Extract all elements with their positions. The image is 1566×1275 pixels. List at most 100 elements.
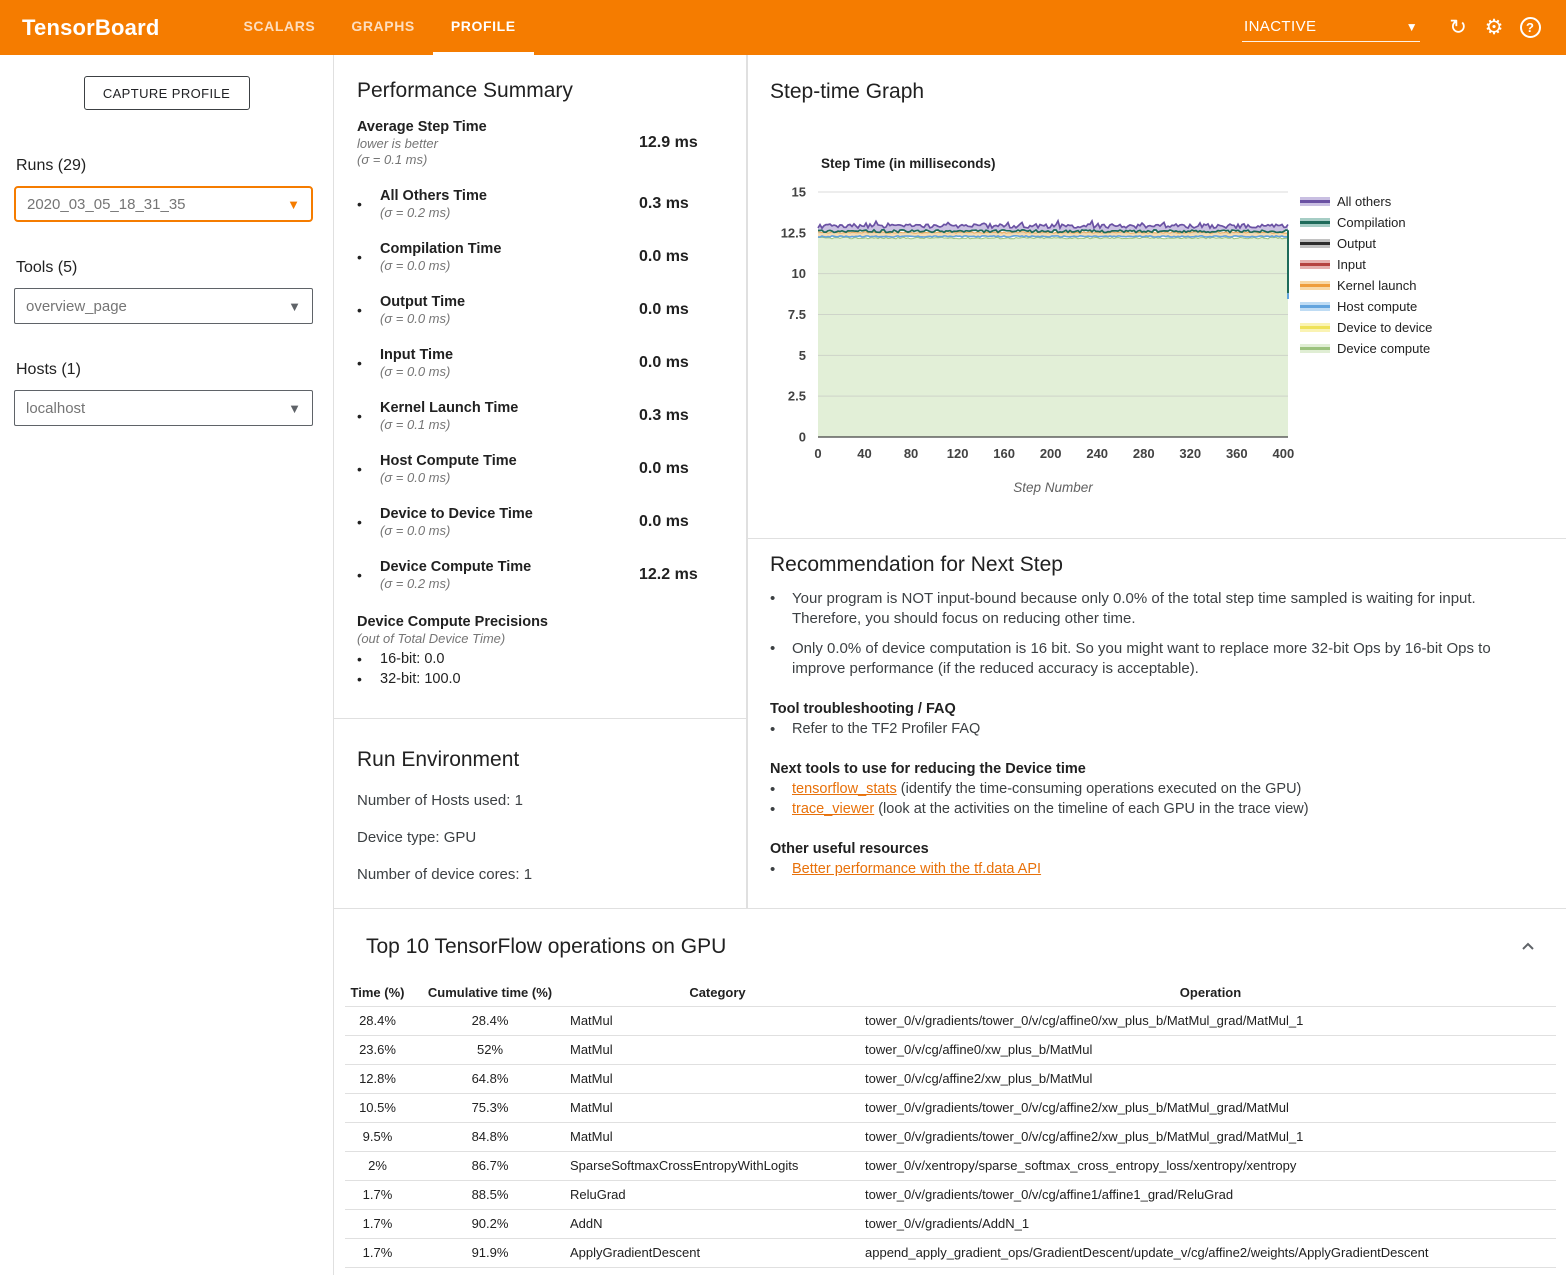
table-header-row: Time (%)Cumulative time (%)CategoryOpera… [345, 980, 1556, 1006]
app-header: TensorBoard SCALARS GRAPHS PROFILE INACT… [0, 0, 1566, 55]
precision-item: •32-bit: 100.0 [357, 669, 728, 689]
top-ops-table: Time (%)Cumulative time (%)CategoryOpera… [345, 980, 1556, 1268]
legend-item[interactable]: All others [1300, 191, 1432, 212]
resource-link[interactable]: Better performance with the tf.data API [792, 861, 1041, 877]
bullet: • [357, 196, 380, 212]
metric-value: 12.9 ms [639, 134, 698, 152]
chevron-down-icon: ▼ [287, 197, 300, 212]
metric-label: Input Time [380, 346, 639, 364]
run-environment-lines: Number of Hosts used: 1Device type: GPUN… [357, 792, 728, 883]
table-row: 10.5%75.3%MatMultower_0/v/gradients/towe… [345, 1093, 1556, 1122]
svg-text:280: 280 [1133, 446, 1155, 461]
table-cell: 64.8% [410, 1064, 570, 1093]
metric-row: •Device to Device Time(σ = 0.0 ms)0.0 ms [357, 505, 728, 539]
legend-label: Compilation [1337, 215, 1406, 230]
svg-text:Step Number: Step Number [1013, 480, 1093, 495]
table-cell: 28.4% [410, 1006, 570, 1035]
svg-text:12.5: 12.5 [781, 225, 806, 240]
legend-item[interactable]: Kernel launch [1300, 275, 1432, 296]
legend-swatch [1300, 195, 1330, 208]
metric-row: •Output Time(σ = 0.0 ms)0.0 ms [357, 293, 728, 327]
metric-label: Device Compute Time [380, 558, 639, 576]
metric-label: Compilation Time [380, 240, 639, 258]
tab-bar: SCALARS GRAPHS PROFILE [225, 0, 533, 55]
tool-link[interactable]: trace_viewer [792, 801, 874, 817]
tools-select[interactable]: overview_page ▼ [14, 288, 313, 324]
performance-summary-section: Performance Summary Average Step Time lo… [334, 55, 747, 908]
chart-legend: All others Compilation Output Input Kernel l… [1300, 191, 1432, 359]
precisions-label: Device Compute Precisions [357, 613, 728, 631]
metric-sigma: (σ = 0.1 ms) [380, 417, 639, 433]
column-header: Time (%) [345, 980, 410, 1006]
run-environment-section: Run Environment Number of Hosts used: 1D… [334, 718, 746, 883]
column-header: Cumulative time (%) [410, 980, 570, 1006]
legend-label: Host compute [1337, 299, 1417, 314]
metric-label: Host Compute Time [380, 452, 639, 470]
metric-sigma: (σ = 0.2 ms) [380, 205, 639, 221]
tab-profile[interactable]: PROFILE [433, 0, 534, 55]
bullet-item: •Only 0.0% of device computation is 16 b… [770, 639, 1540, 679]
capture-profile-button[interactable]: CAPTURE PROFILE [84, 76, 250, 110]
legend-item[interactable]: Device to device [1300, 317, 1432, 338]
table-cell: 84.8% [410, 1122, 570, 1151]
bullet: • [357, 514, 380, 530]
legend-item[interactable]: Output [1300, 233, 1432, 254]
metric-sigma: (σ = 0.0 ms) [380, 470, 639, 486]
svg-text:5: 5 [799, 348, 806, 363]
svg-text:320: 320 [1179, 446, 1201, 461]
svg-text:2.5: 2.5 [788, 389, 806, 404]
average-step-time-row: Average Step Time lower is better (σ = 0… [357, 118, 728, 168]
table-cell: MatMul [570, 1064, 865, 1093]
table-row: 23.6%52%MatMultower_0/v/cg/affine0/xw_pl… [345, 1035, 1556, 1064]
environment-line: Number of Hosts used: 1 [357, 792, 728, 809]
help-question-glyph: ? [1520, 17, 1541, 38]
table-cell: tower_0/v/gradients/tower_0/v/cg/affine2… [865, 1093, 1556, 1122]
run-status-dropdown[interactable]: INACTIVE ▼ [1242, 14, 1420, 42]
metric-row: •Compilation Time(σ = 0.0 ms)0.0 ms [357, 240, 728, 274]
metric-value: 0.3 ms [639, 195, 689, 213]
run-environment-title: Run Environment [357, 748, 728, 772]
svg-text:40: 40 [857, 446, 871, 461]
settings-gear-icon[interactable]: ⚙ [1476, 10, 1512, 46]
refresh-icon[interactable]: ↻ [1440, 10, 1476, 46]
table-cell: MatMul [570, 1035, 865, 1064]
table-cell: 2% [345, 1151, 410, 1180]
legend-label: Output [1337, 236, 1376, 251]
bullet: • [357, 461, 380, 477]
legend-item[interactable]: Compilation [1300, 212, 1432, 233]
svg-text:Step Time (in milliseconds): Step Time (in milliseconds) [821, 156, 996, 171]
legend-item[interactable]: Device compute [1300, 338, 1432, 359]
faq-bullets: •Refer to the TF2 Profiler FAQ [770, 720, 1540, 739]
tab-scalars[interactable]: SCALARS [225, 0, 333, 55]
metric-subtext: lower is better [357, 136, 639, 152]
svg-text:0: 0 [799, 430, 806, 445]
tools-label: Tools (5) [16, 259, 333, 277]
tools-select-value: overview_page [26, 298, 127, 315]
legend-swatch [1300, 321, 1330, 334]
top-ops-title: Top 10 TensorFlow operations on GPU [366, 935, 726, 959]
legend-label: Device compute [1337, 341, 1430, 356]
table-cell: 1.7% [345, 1180, 410, 1209]
legend-swatch [1300, 279, 1330, 292]
help-icon[interactable]: ? [1512, 10, 1548, 46]
collapse-chevron-up-icon[interactable] [1520, 939, 1536, 960]
svg-text:7.5: 7.5 [788, 307, 806, 322]
metric-row: •All Others Time(σ = 0.2 ms)0.3 ms [357, 187, 728, 221]
table-cell: 86.7% [410, 1151, 570, 1180]
metric-list: •All Others Time(σ = 0.2 ms)0.3 ms•Compi… [357, 187, 728, 592]
legend-item[interactable]: Input [1300, 254, 1432, 275]
runs-select[interactable]: 2020_03_05_18_31_35 ▼ [14, 186, 313, 222]
runs-label: Runs (29) [16, 157, 333, 175]
metric-sigma: (σ = 0.1 ms) [357, 152, 639, 168]
metric-sigma: (σ = 0.0 ms) [380, 523, 639, 539]
svg-text:360: 360 [1226, 446, 1248, 461]
tab-graphs[interactable]: GRAPHS [333, 0, 433, 55]
hosts-select[interactable]: localhost ▼ [14, 390, 313, 426]
legend-label: Kernel launch [1337, 278, 1417, 293]
table-row: 12.8%64.8%MatMultower_0/v/cg/affine2/xw_… [345, 1064, 1556, 1093]
bullet-item: •Refer to the TF2 Profiler FAQ [770, 720, 1540, 739]
legend-item[interactable]: Host compute [1300, 296, 1432, 317]
tool-link[interactable]: tensorflow_stats [792, 781, 897, 797]
metric-row: •Device Compute Time(σ = 0.2 ms)12.2 ms [357, 558, 728, 592]
hosts-select-value: localhost [26, 400, 85, 417]
